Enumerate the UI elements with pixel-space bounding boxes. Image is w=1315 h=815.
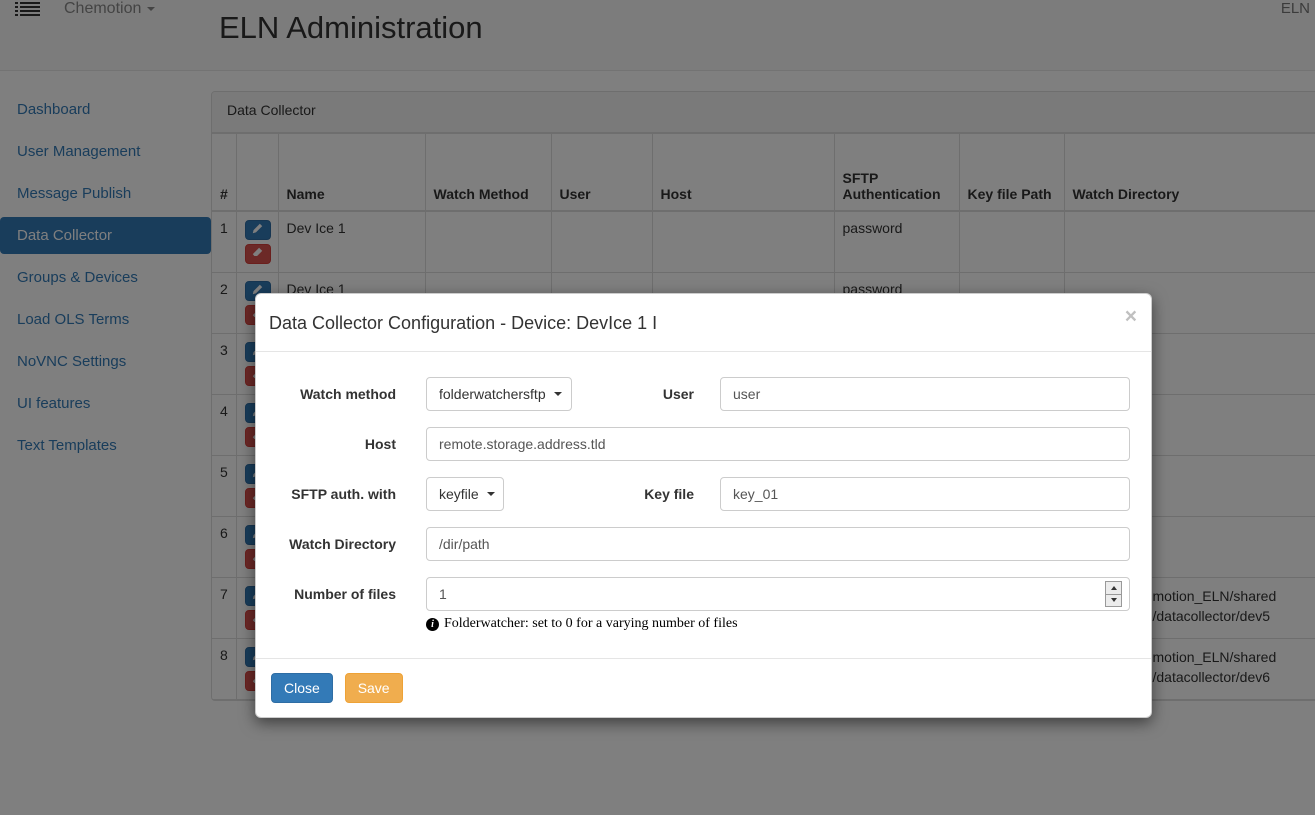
watch-method-dropdown[interactable]: folderwatchersftp: [426, 377, 572, 411]
info-circle-icon: i: [426, 618, 439, 631]
sftp-auth-label: SFTP auth. with: [271, 486, 396, 502]
number-stepper[interactable]: [1105, 581, 1122, 607]
watch-directory-field[interactable]: [426, 527, 1130, 561]
key-file-field[interactable]: [720, 477, 1130, 511]
number-of-files-label: Number of files: [271, 586, 396, 602]
key-file-label: Key file: [504, 486, 694, 502]
stepper-up-icon[interactable]: [1106, 582, 1121, 594]
modal-title: Data Collector Configuration - Device: D…: [269, 310, 1136, 336]
modal-header: Data Collector Configuration - Device: D…: [256, 294, 1151, 352]
sftp-auth-value: keyfile: [439, 486, 479, 502]
caret-down-icon: [554, 392, 562, 396]
host-label: Host: [271, 436, 396, 452]
modal-footer: Close Save: [256, 658, 1151, 717]
sftp-auth-dropdown[interactable]: keyfile: [426, 477, 504, 511]
close-button[interactable]: Close: [271, 673, 333, 703]
caret-down-icon: [487, 492, 495, 496]
save-button[interactable]: Save: [345, 673, 403, 703]
user-field[interactable]: [720, 377, 1130, 411]
data-collector-config-modal: Data Collector Configuration - Device: D…: [255, 293, 1152, 718]
user-label: User: [572, 386, 694, 402]
watch-directory-label: Watch Directory: [271, 536, 396, 552]
watch-method-value: folderwatchersftp: [439, 386, 546, 402]
close-icon[interactable]: ×: [1125, 306, 1137, 327]
number-of-files-help: i Folderwatcher: set to 0 for a varying …: [426, 616, 1130, 632]
stepper-down-icon[interactable]: [1106, 594, 1121, 607]
host-field[interactable]: [426, 427, 1130, 461]
help-text: Folderwatcher: set to 0 for a varying nu…: [444, 616, 738, 632]
number-of-files-field[interactable]: [426, 577, 1130, 611]
watch-method-label: Watch method: [271, 386, 396, 402]
modal-body: Watch method folderwatchersftp User Host…: [256, 352, 1151, 658]
